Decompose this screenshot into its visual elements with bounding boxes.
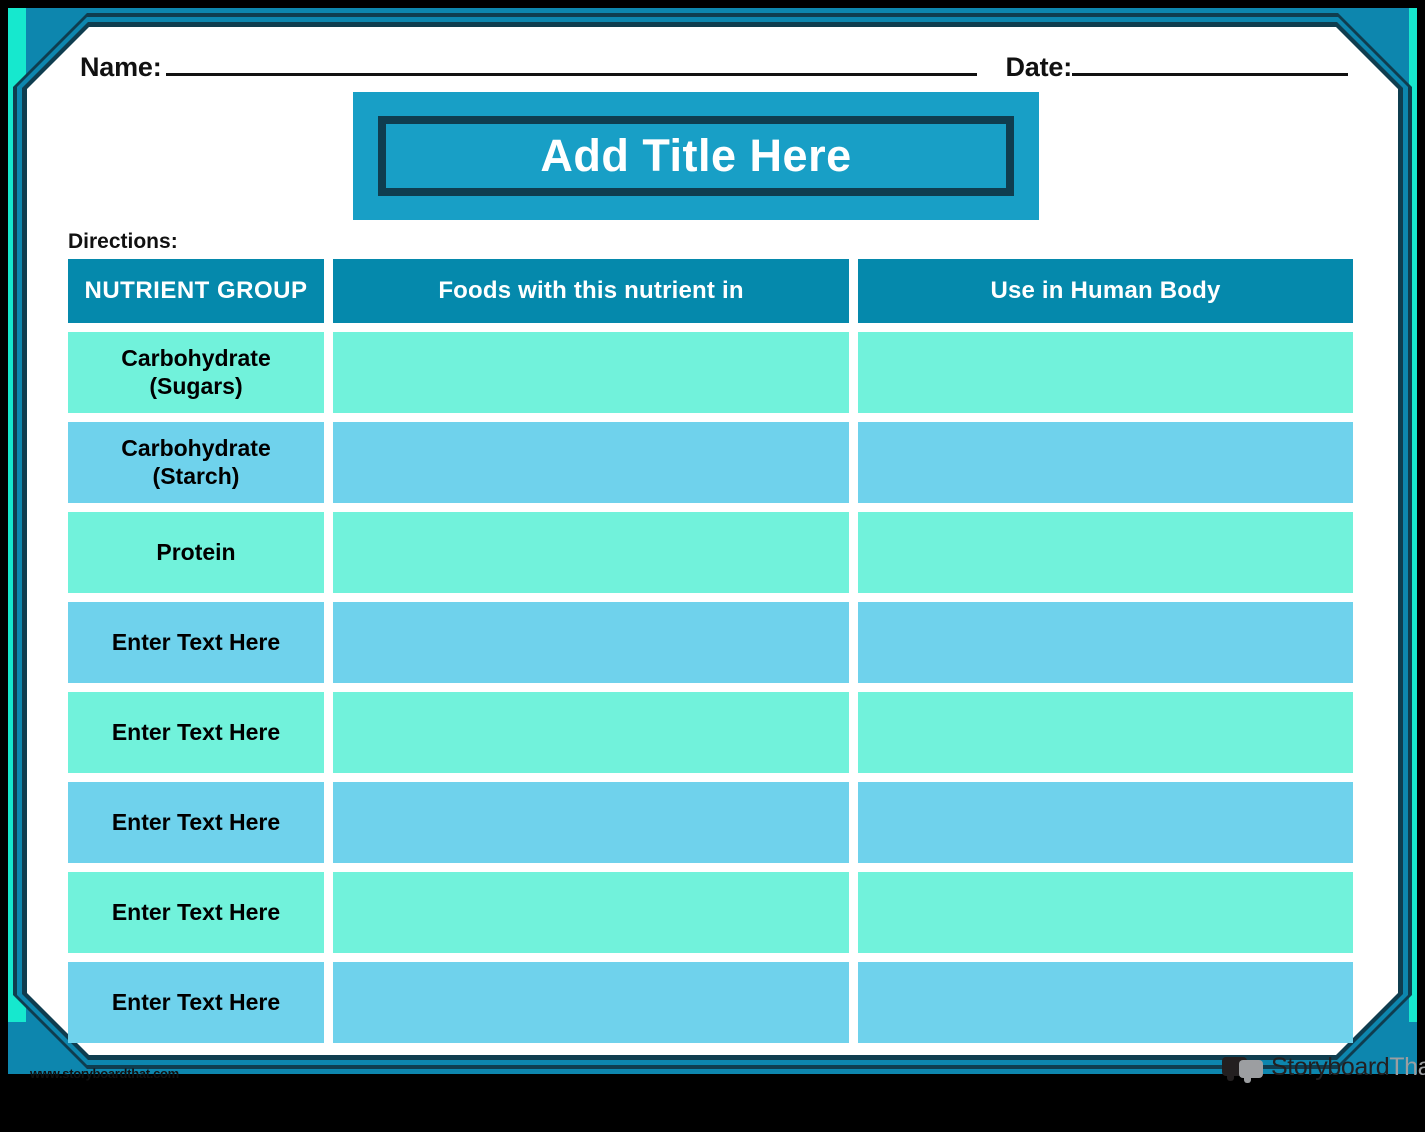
table-row: Enter Text Here	[68, 782, 1353, 863]
cell-foods[interactable]	[333, 962, 849, 1043]
cell-text: Enter Text Here	[111, 808, 281, 835]
cell-foods[interactable]	[333, 422, 849, 503]
cell-use[interactable]	[858, 962, 1353, 1043]
cell-foods[interactable]	[333, 602, 849, 683]
cell-use[interactable]	[858, 512, 1353, 593]
cell-foods[interactable]	[333, 782, 849, 863]
cell-use[interactable]	[858, 692, 1353, 773]
table-row: Protein	[68, 512, 1353, 593]
cell-foods[interactable]	[333, 872, 849, 953]
cell-nutrient-group[interactable]: Protein	[68, 512, 324, 593]
worksheet-poster: Name: Date: Add Title Here Directions: N…	[0, 0, 1425, 1132]
cell-nutrient-group[interactable]: Enter Text Here	[68, 692, 324, 773]
nutrient-table: NUTRIENT GROUP Foods with this nutrient …	[68, 259, 1353, 1043]
cell-use[interactable]	[858, 332, 1353, 413]
cell-text: Carbohydrate (Starch)	[121, 435, 271, 489]
date-input-line[interactable]	[1072, 51, 1348, 76]
cell-nutrient-group[interactable]: Enter Text Here	[68, 782, 324, 863]
cell-text: Enter Text Here	[111, 988, 281, 1015]
table-row: Carbohydrate (Sugars)	[68, 332, 1353, 413]
name-label: Name:	[80, 52, 162, 82]
speech-bubble-icon	[1222, 1055, 1264, 1083]
title-block[interactable]: Add Title Here	[353, 92, 1039, 220]
logo-wordmark: StoryboardThat	[1271, 1053, 1425, 1082]
cell-text: Protein	[156, 538, 236, 565]
title-inner-border: Add Title Here	[378, 116, 1014, 196]
column-header-foods: Foods with this nutrient in	[333, 259, 849, 323]
cell-nutrient-group[interactable]: Enter Text Here	[68, 872, 324, 953]
cell-foods[interactable]	[333, 512, 849, 593]
cell-foods[interactable]	[333, 332, 849, 413]
logo-word-primary: Storyboard	[1271, 1053, 1390, 1081]
cell-use[interactable]	[858, 872, 1353, 953]
logo-word-secondary: That	[1389, 1053, 1425, 1081]
table-header-row: NUTRIENT GROUP Foods with this nutrient …	[68, 259, 1353, 323]
page-content: Name: Date: Add Title Here Directions: N…	[27, 27, 1398, 1055]
directions-label: Directions:	[68, 230, 178, 253]
worksheet-title[interactable]: Add Title Here	[540, 130, 851, 182]
cell-text: Enter Text Here	[111, 898, 281, 925]
table-row: Enter Text Here	[68, 872, 1353, 953]
cell-foods[interactable]	[333, 692, 849, 773]
cell-nutrient-group[interactable]: Enter Text Here	[68, 602, 324, 683]
column-header-nutrient-group: NUTRIENT GROUP	[68, 259, 324, 323]
column-header-use: Use in Human Body	[858, 259, 1353, 323]
cell-text: Carbohydrate (Sugars)	[121, 345, 271, 399]
table-row: Enter Text Here	[68, 692, 1353, 773]
table-row: Enter Text Here	[68, 962, 1353, 1043]
cell-nutrient-group[interactable]: Carbohydrate (Starch)	[68, 422, 324, 503]
column-header-text: NUTRIENT GROUP	[84, 276, 308, 304]
site-url: www.storyboardthat.com	[30, 1066, 179, 1081]
column-header-text: Use in Human Body	[990, 276, 1221, 304]
cell-use[interactable]	[858, 602, 1353, 683]
name-date-row: Name: Date:	[80, 51, 1348, 83]
table-row: Enter Text Here	[68, 602, 1353, 683]
cell-use[interactable]	[858, 422, 1353, 503]
cell-use[interactable]	[858, 782, 1353, 863]
cell-nutrient-group[interactable]: Carbohydrate (Sugars)	[68, 332, 324, 413]
name-input-line[interactable]	[165, 51, 978, 76]
table-row: Carbohydrate (Starch)	[68, 422, 1353, 503]
cell-text: Enter Text Here	[111, 628, 281, 655]
column-header-text: Foods with this nutrient in	[438, 276, 744, 304]
date-label: Date:	[1005, 52, 1072, 82]
cell-text: Enter Text Here	[111, 718, 281, 745]
cell-nutrient-group[interactable]: Enter Text Here	[68, 962, 324, 1043]
storyboardthat-logo: StoryboardThat	[1222, 1053, 1425, 1083]
